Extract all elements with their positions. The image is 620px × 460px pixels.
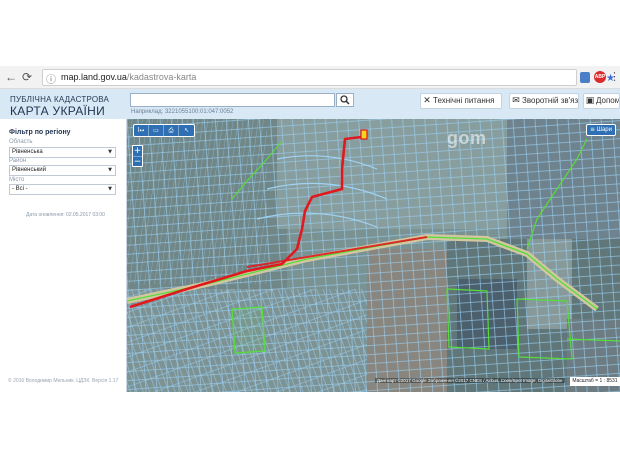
help-icon: ▣ [585, 96, 595, 106]
feedback-button[interactable]: ✉Зворотній зв'язок [509, 93, 579, 109]
search-example-text: Наприклад: 3221055100:01:047:0052 [131, 109, 234, 115]
chevron-down-icon: ▼ [108, 167, 112, 173]
info-icon[interactable]: ⓘ [46, 71, 56, 86]
map-scale: Масштаб = 1 : 8531 [570, 377, 620, 386]
app-header: ПУБЛІЧНА КАДАСТРОВА КАРТА УКРАЇНИ Наприк… [0, 89, 620, 119]
city-label: Місто [9, 177, 25, 183]
layers-button[interactable]: ≡ Шари [586, 124, 616, 136]
extension-icon[interactable] [580, 72, 590, 83]
measure-distance-icon[interactable]: l↔ [134, 125, 149, 136]
measure-area-icon[interactable]: ▭ [149, 125, 164, 136]
chevron-down-icon: ▼ [108, 186, 112, 192]
help-button[interactable]: ▣Допомога [583, 93, 620, 109]
select-cursor-icon[interactable]: ↖ [179, 125, 194, 136]
zoom-out-button[interactable]: − [133, 156, 142, 167]
layers-icon: ≡ [590, 126, 596, 133]
search-icon [340, 95, 350, 105]
print-icon[interactable]: ⎙ [164, 125, 179, 136]
update-date: Дата оновлення: 02.05.2017 03:00 [26, 212, 105, 218]
address-bar[interactable]: ⓘ map.land.gov.ua/kadastrova-karta ★ [42, 69, 615, 86]
technical-issues-button[interactable]: ✕ Технічні питання [420, 93, 502, 109]
top-blank-area [0, 0, 620, 66]
cadastral-search-input[interactable] [130, 93, 335, 107]
back-arrow-icon[interactable]: ← [4, 70, 18, 84]
brand-line-2: КАРТА УКРАЇНИ [10, 104, 106, 118]
raion-label: Район [9, 158, 27, 164]
mail-icon: ✉ [512, 96, 520, 106]
zoom-in-button[interactable]: + [133, 146, 142, 156]
oblast-label: Область [9, 139, 33, 145]
city-select[interactable]: - Всі - ▼ [9, 184, 116, 195]
adblock-icon[interactable]: ABP [594, 71, 606, 83]
watermark-logo: gom [447, 128, 487, 148]
bottom-blank-area [0, 392, 620, 460]
oblast-select[interactable]: Рівненська ▼ [9, 147, 116, 158]
zoom-control: + − [132, 145, 143, 167]
filter-title: Фільтр по регіону [9, 129, 71, 136]
menu-dots-icon[interactable]: ⋮ [609, 70, 620, 84]
wrench-icon: ✕ [423, 96, 431, 106]
search-button[interactable] [336, 93, 354, 107]
map-attribution: Дані карт ©2017 Google Зображення ©2017 … [375, 378, 565, 383]
region-filter-panel: Фільтр по регіону Область Рівненська ▼ Ра… [0, 119, 127, 392]
map-imagery [127, 119, 620, 392]
browser-toolbar: ← ⟳ ⓘ map.land.gov.ua/kadastrova-karta ★… [0, 66, 620, 89]
cadastral-map[interactable]: l↔ ▭ ⎙ ↖ + − ≡ Шари gom Дані карт ©2017 G… [127, 119, 620, 392]
reload-icon[interactable]: ⟳ [20, 70, 34, 84]
chevron-down-icon: ▼ [108, 149, 112, 155]
brand-line-1: ПУБЛІЧНА КАДАСТРОВА [10, 95, 110, 104]
copyright: © 2016 Володимир Мельник. ЦДЗК. Версія 1… [8, 378, 119, 384]
map-toolbar: l↔ ▭ ⎙ ↖ [133, 124, 195, 137]
url-text: map.land.gov.ua/kadastrova-karta [61, 72, 197, 82]
raion-select[interactable]: Рівненський ▼ [9, 165, 116, 176]
